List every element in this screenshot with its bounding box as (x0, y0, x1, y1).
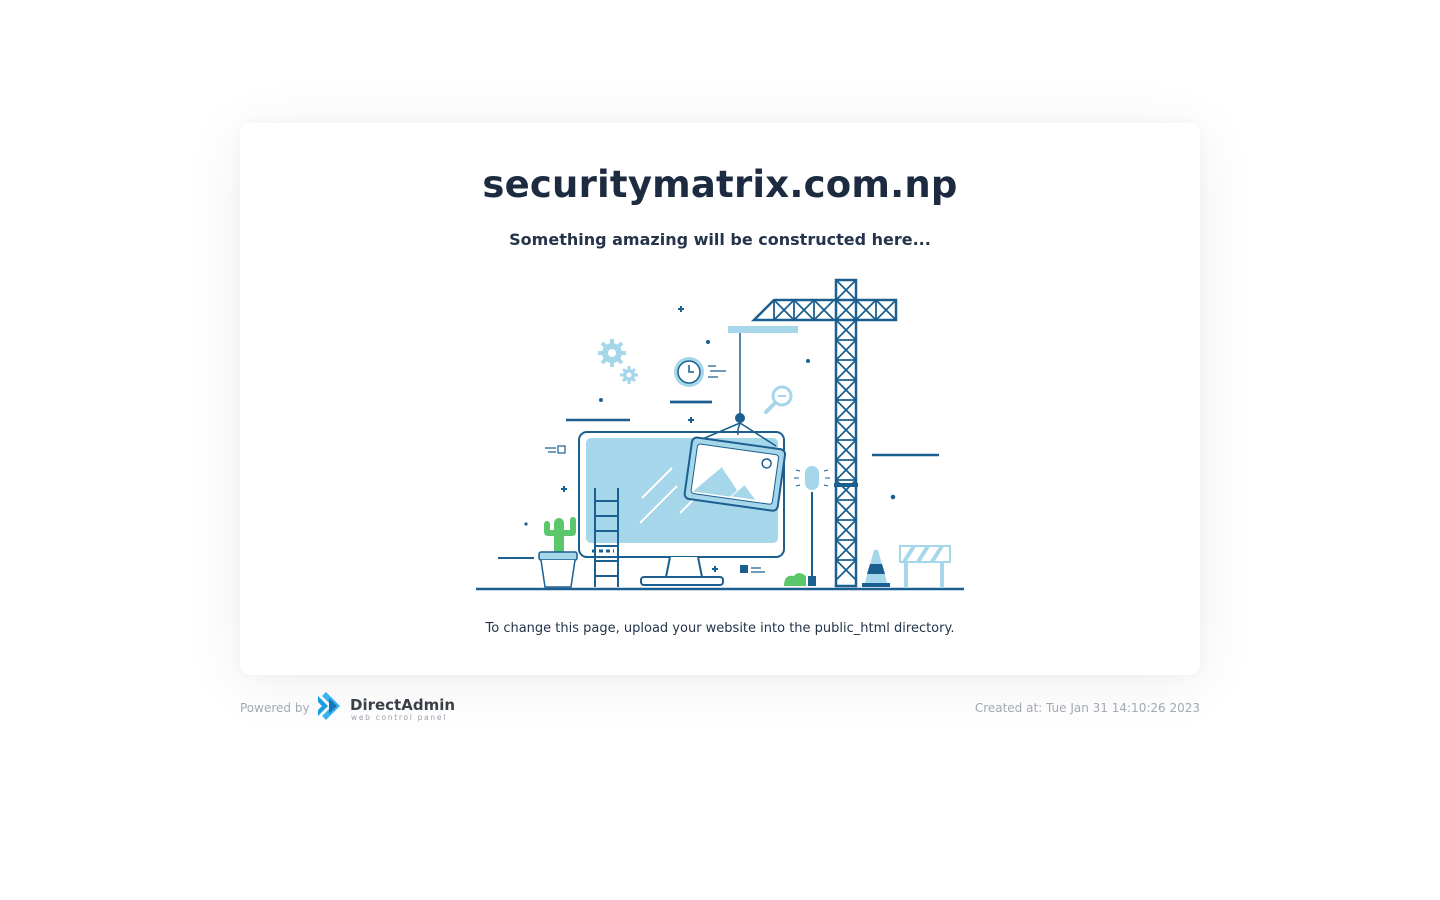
directadmin-logo[interactable]: DirectAdmin web control panel (318, 691, 458, 723)
directadmin-tagline: web control panel (351, 713, 447, 722)
directadmin-brand: DirectAdmin (350, 696, 455, 714)
content-card: securitymatrix.com.np Something amazing … (240, 123, 1200, 675)
construction-illustration (476, 278, 964, 591)
tagline: Something amazing will be constructed he… (509, 230, 931, 249)
upload-hint: To change this page, upload your website… (485, 621, 955, 636)
domain-title: securitymatrix.com.np (482, 163, 958, 206)
footer: Powered by DirectAdmin web control panel… (240, 690, 1200, 724)
created-timestamp: Created at: Tue Jan 31 14:10:26 2023 (974, 701, 1200, 715)
powered-by-label: Powered by (240, 701, 310, 715)
